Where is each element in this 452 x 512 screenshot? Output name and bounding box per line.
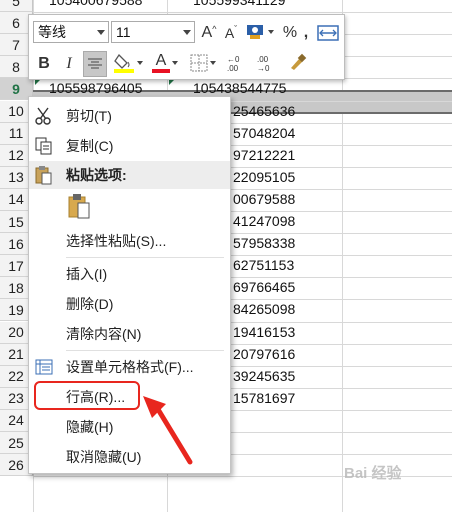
watermark: Bai 经验	[344, 465, 402, 482]
red-arrow-annotation	[143, 396, 193, 465]
